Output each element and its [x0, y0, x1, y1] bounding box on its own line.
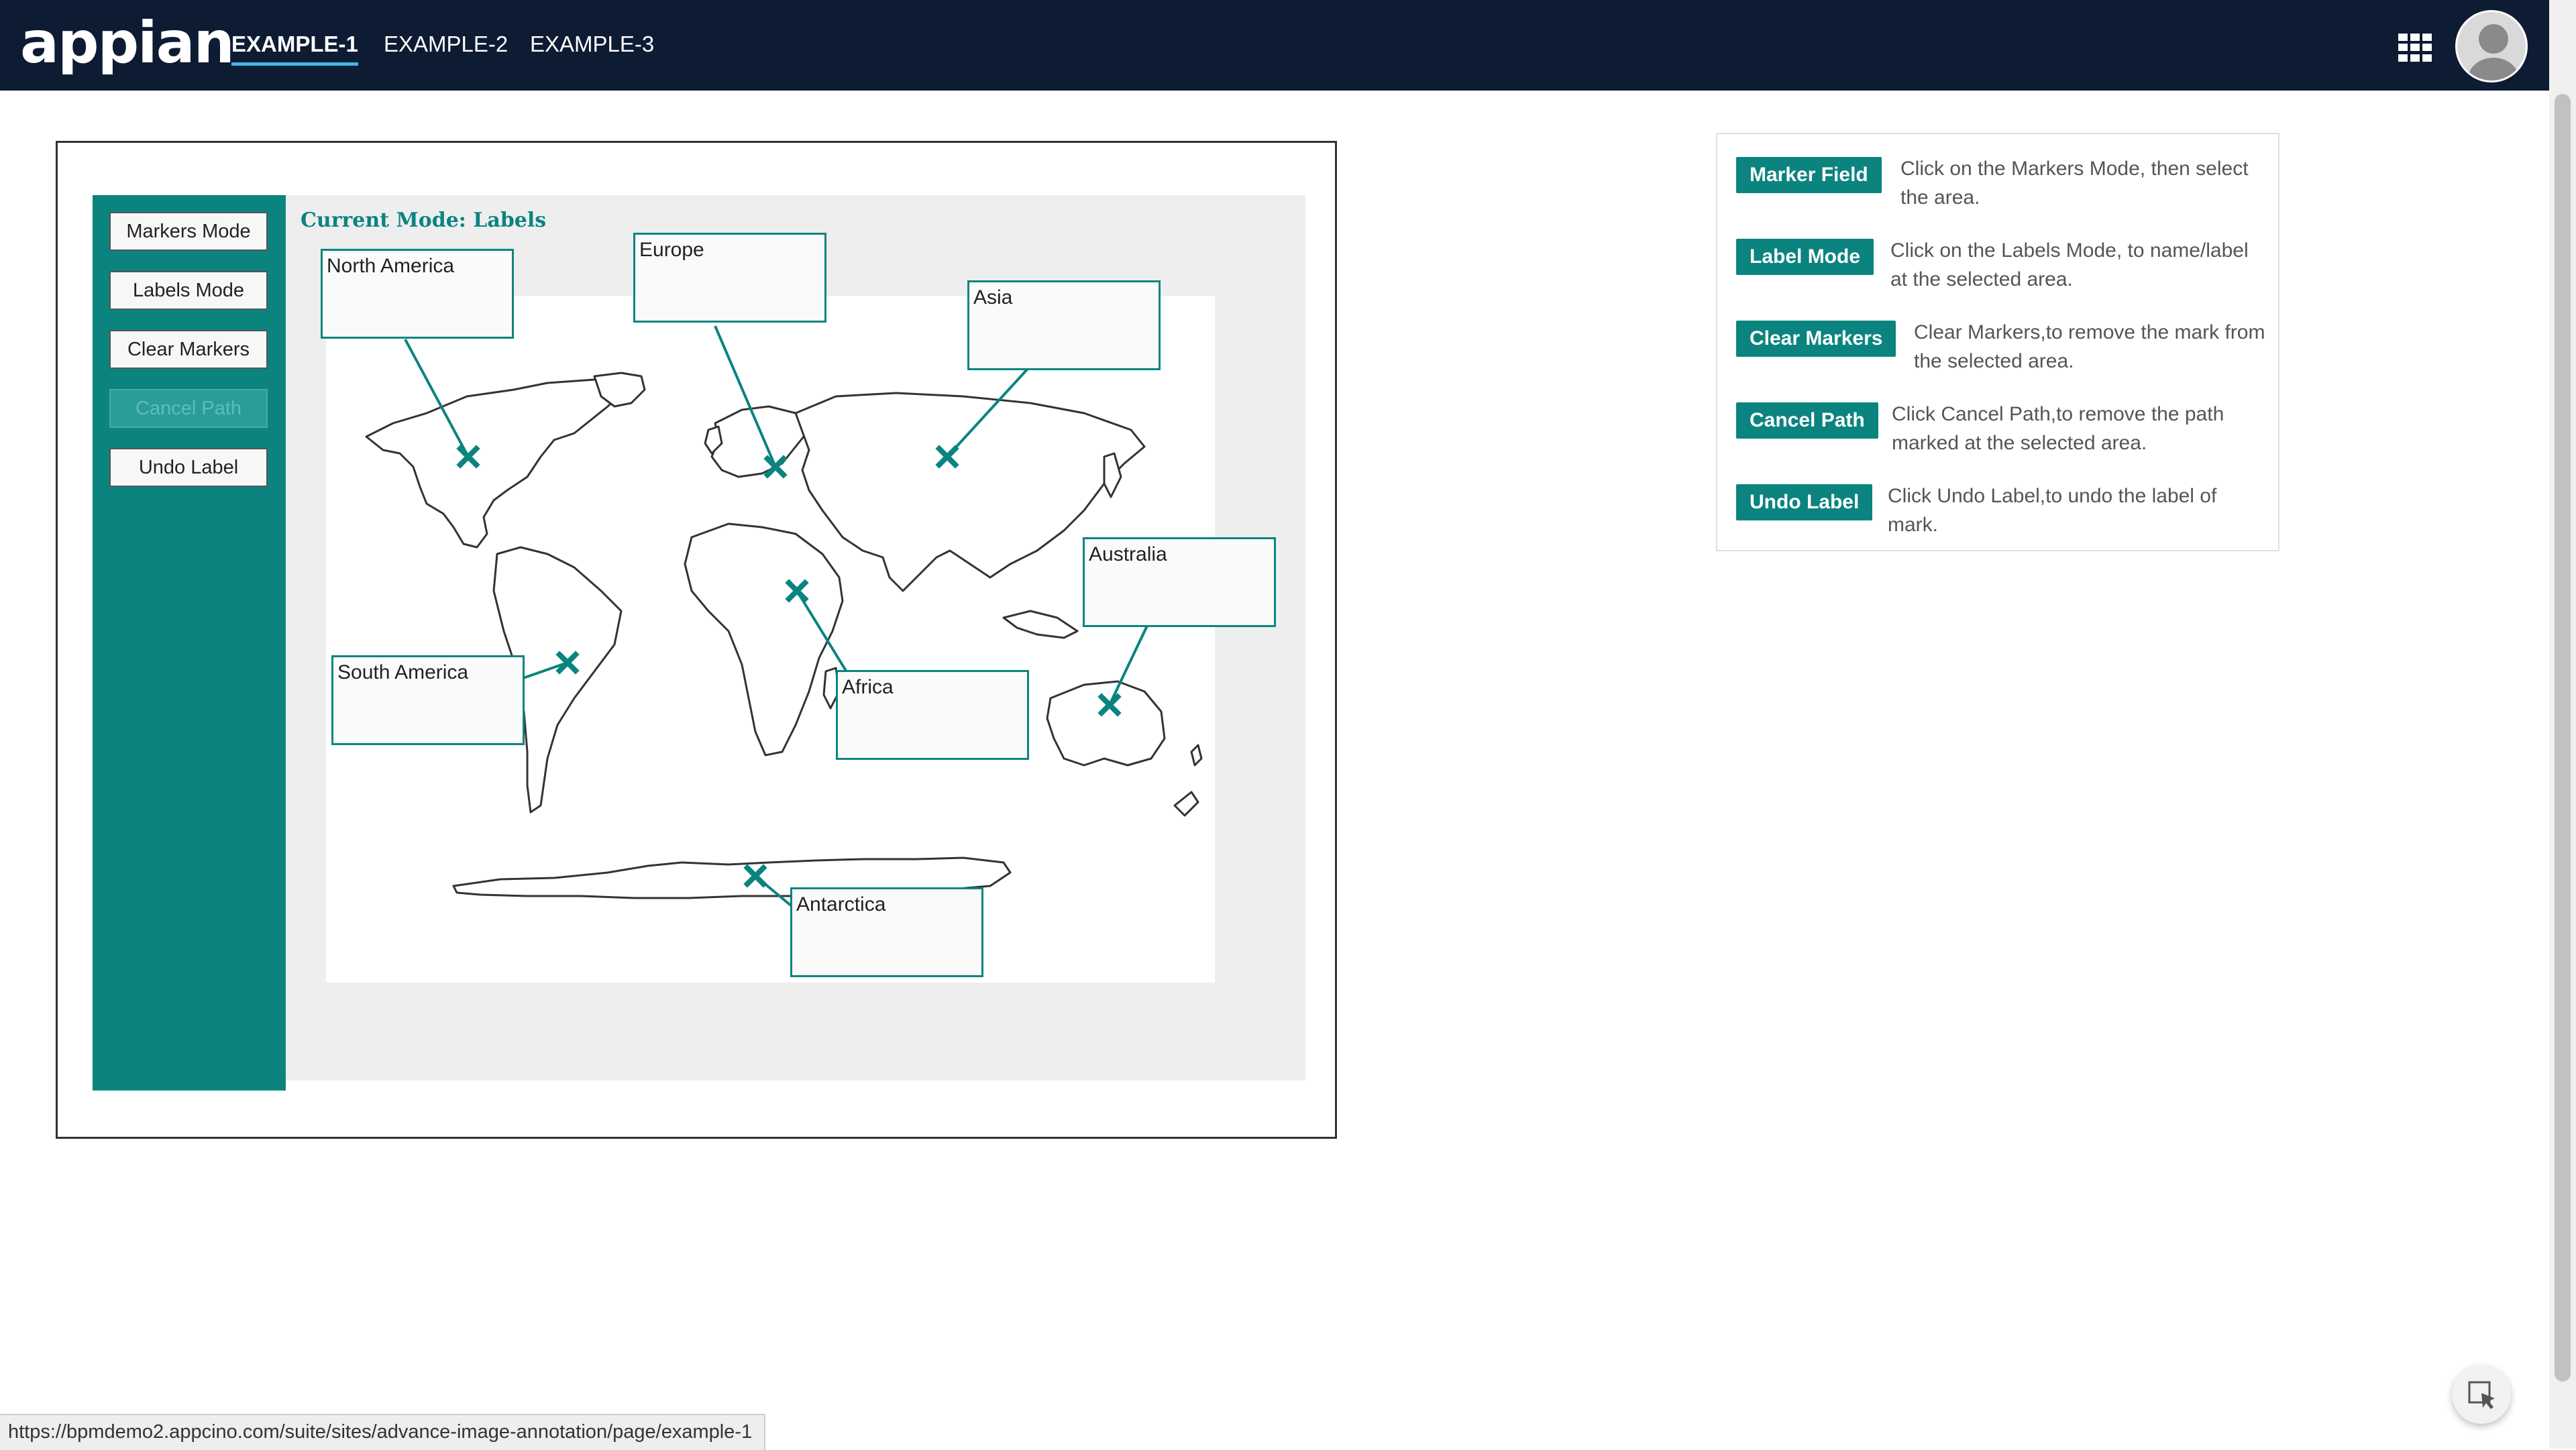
cancel-path-button: Cancel Path — [109, 389, 268, 428]
label-south-america[interactable]: South America — [331, 655, 525, 745]
legend-desc: Click Undo Label,to undo the label of ma… — [1888, 485, 2217, 536]
tab-example-1[interactable]: EXAMPLE-1 — [231, 30, 358, 67]
label-africa[interactable]: Africa — [836, 670, 1029, 760]
undo-label-button[interactable]: Undo Label — [109, 448, 268, 487]
markers-mode-button[interactable]: Markers Mode — [109, 212, 268, 251]
legend-desc: Click Cancel Path,to remove the path mar… — [1892, 403, 2224, 454]
label-asia[interactable]: Asia — [967, 280, 1161, 370]
scroll-thumb[interactable] — [2555, 94, 2571, 1382]
label-australia[interactable]: Australia — [1083, 537, 1276, 627]
grid-icon[interactable] — [2398, 34, 2432, 62]
vertical-scrollbar[interactable] — [2549, 0, 2576, 1449]
appian-logo[interactable]: appian — [20, 9, 235, 76]
avatar-icon[interactable] — [2455, 10, 2528, 82]
legend-badge-marker-field: Marker Field — [1736, 157, 1882, 193]
tab-example-2[interactable]: EXAMPLE-2 — [384, 30, 508, 67]
legend-badge-clear-markers: Clear Markers — [1736, 321, 1896, 357]
cursor-select-icon — [2468, 1381, 2495, 1409]
legend-badge-cancel-path: Cancel Path — [1736, 402, 1878, 439]
legend-badge-label-mode: Label Mode — [1736, 239, 1874, 275]
tab-example-3[interactable]: EXAMPLE-3 — [530, 30, 654, 67]
label-north-america[interactable]: North America — [321, 249, 514, 339]
annotation-card: Markers Mode Labels Mode Clear Markers C… — [56, 141, 1337, 1139]
cursor-select-button[interactable] — [2452, 1365, 2511, 1424]
legend-panel: Marker Field Click on the Markers Mode, … — [1716, 133, 2279, 551]
legend-desc: Clear Markers,to remove the mark from th… — [1914, 321, 2265, 372]
top-header: appian EXAMPLE-1 EXAMPLE-2 EXAMPLE-3 — [0, 0, 2549, 91]
legend-badge-undo-label: Undo Label — [1736, 484, 1873, 520]
status-url-bar: https://bpmdemo2.appcino.com/suite/sites… — [0, 1414, 766, 1450]
legend-desc: Click on the Labels Mode, to name/label … — [1890, 239, 2249, 290]
clear-markers-button[interactable]: Clear Markers — [109, 330, 268, 369]
labels-mode-button[interactable]: Labels Mode — [109, 271, 268, 310]
label-antarctica[interactable]: Antarctica — [790, 887, 983, 977]
annotation-canvas[interactable]: Current Mode: Labels North America Europ… — [286, 195, 1305, 1080]
label-europe[interactable]: Europe — [633, 233, 826, 323]
mode-sidebar: Markers Mode Labels Mode Clear Markers C… — [93, 195, 286, 1091]
legend-desc: Click on the Markers Mode, then select t… — [1900, 158, 2249, 209]
